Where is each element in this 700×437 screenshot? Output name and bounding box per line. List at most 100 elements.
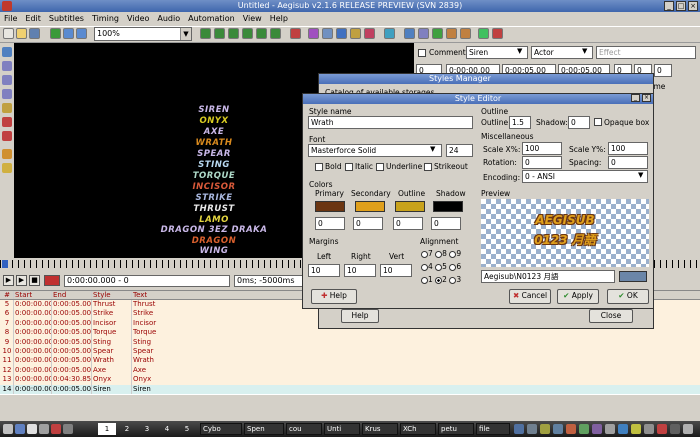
fonts-collector-icon[interactable] <box>350 28 361 39</box>
timing-icon[interactable] <box>200 28 211 39</box>
open-file-icon[interactable] <box>16 28 27 39</box>
scale-tool-icon[interactable] <box>2 103 12 113</box>
style-editor-minimize-button[interactable]: _ <box>631 94 640 102</box>
translation-icon[interactable] <box>404 28 415 39</box>
tray-update-icon[interactable] <box>566 424 576 434</box>
outline-alpha-field[interactable]: 0 <box>393 217 423 230</box>
style-name-field[interactable]: Wrath <box>308 116 473 129</box>
table-row[interactable]: 10 0:00:00.00 0:00:05.00 Spear Spear <box>0 346 700 357</box>
menu-audio[interactable]: Audio <box>157 14 180 23</box>
save-icon[interactable] <box>29 28 40 39</box>
styles-manager-icon[interactable] <box>322 28 333 39</box>
workspace-2[interactable]: 2 <box>118 423 136 435</box>
clip-tool-icon[interactable] <box>2 117 12 127</box>
scale-y-field[interactable]: 100 <box>608 142 648 155</box>
primary-color-button[interactable] <box>315 201 345 212</box>
style-margin-left-field[interactable]: 10 <box>308 264 340 277</box>
styles-manager-close-button[interactable]: Close <box>589 309 633 323</box>
minimize-button[interactable]: _ <box>664 1 674 11</box>
files-icon[interactable] <box>39 424 49 434</box>
chevron-down-icon[interactable]: ▼ <box>517 47 522 55</box>
workspace-4[interactable]: 4 <box>158 423 176 435</box>
chevron-down-icon[interactable]: ▼ <box>582 47 587 55</box>
ok-button[interactable]: ✔ OK <box>607 289 649 304</box>
table-row[interactable]: 9 0:00:00.00 0:00:05.00 Sting Sting <box>0 337 700 347</box>
tray-bluetooth-icon[interactable] <box>553 424 563 434</box>
menu-video[interactable]: Video <box>127 14 149 23</box>
tray-chat-icon[interactable] <box>579 424 589 434</box>
menu-file[interactable]: File <box>4 14 17 23</box>
grid-header-start[interactable]: Start <box>14 291 52 299</box>
apply-button[interactable]: ✔ Apply <box>557 289 599 304</box>
close-button[interactable]: × <box>688 1 698 11</box>
align-4-radio[interactable] <box>421 263 428 271</box>
zoom-select[interactable]: 100% <box>94 27 192 41</box>
replace-icon[interactable] <box>460 28 471 39</box>
shadow-alpha-field[interactable]: 0 <box>431 217 461 230</box>
snap-frame-icon[interactable] <box>242 28 253 39</box>
primary-alpha-field[interactable]: 0 <box>315 217 345 230</box>
seek-handle[interactable] <box>2 260 8 268</box>
terminal-icon[interactable] <box>27 424 37 434</box>
workspace-3[interactable]: 3 <box>138 423 156 435</box>
task-file[interactable]: file <box>476 423 510 435</box>
task-petu[interactable]: petu <box>438 423 474 435</box>
automation-icon[interactable] <box>308 28 319 39</box>
effect-field[interactable]: Effect <box>596 46 696 59</box>
opaque-box-checkbox[interactable] <box>594 118 602 126</box>
video-ms-field[interactable]: 0ms; -5000ms <box>234 275 304 287</box>
preview-bg-color-button[interactable] <box>619 271 647 282</box>
bold-checkbox[interactable] <box>315 163 323 171</box>
workspace-5[interactable]: 5 <box>178 423 196 435</box>
tray-display-icon[interactable] <box>644 424 654 434</box>
menu-timing[interactable]: Timing <box>92 14 119 23</box>
stop-icon[interactable]: ■ <box>29 275 40 286</box>
rotate-z-icon[interactable] <box>2 75 12 85</box>
shadow-color-button[interactable] <box>433 201 463 212</box>
tray-volume-icon[interactable] <box>527 424 537 434</box>
tray-power-icon[interactable] <box>631 424 641 434</box>
realtime-icon[interactable] <box>2 149 12 159</box>
strikeout-checkbox[interactable] <box>424 163 432 171</box>
play-icon[interactable]: ▶ <box>3 275 14 286</box>
kanji-timer-icon[interactable] <box>432 28 443 39</box>
grid-header-number[interactable]: # <box>0 291 14 299</box>
standard-tool-icon[interactable] <box>2 61 12 71</box>
encoding-select[interactable]: 0 - ANSI <box>522 170 648 183</box>
secondary-color-button[interactable] <box>355 201 385 212</box>
scale-x-field[interactable]: 100 <box>522 142 562 155</box>
tray-menu-icon[interactable] <box>683 424 693 434</box>
table-row[interactable]: 11 0:00:00.00 0:00:05.00 Wrath Wrath <box>0 356 700 366</box>
task-spen[interactable]: Spen <box>244 423 284 435</box>
cancel-button[interactable]: ✖ Cancel <box>509 289 551 304</box>
table-row[interactable]: 8 0:00:00.00 0:00:05.00 Torque Torque <box>0 328 700 338</box>
grid-header-end[interactable]: End <box>52 291 92 299</box>
italic-checkbox[interactable] <box>345 163 353 171</box>
menu-help[interactable]: Help <box>270 14 288 23</box>
menu-automation[interactable]: Automation <box>188 14 235 23</box>
task-unti[interactable]: Unti <box>324 423 360 435</box>
tray-network-icon[interactable] <box>514 424 524 434</box>
style-margin-vert-field[interactable]: 10 <box>380 264 412 277</box>
snap-start-icon[interactable] <box>214 28 225 39</box>
maximize-button[interactable]: □ <box>676 1 686 11</box>
styles-manager-help-button[interactable]: Help <box>341 309 379 323</box>
sort-icon[interactable] <box>270 28 281 39</box>
table-row[interactable]: 13 0:00:00.00 0:04:30.85 Onyx Onyx <box>0 375 700 385</box>
underline-checkbox[interactable] <box>376 163 384 171</box>
tray-battery-icon[interactable] <box>540 424 550 434</box>
align-7-radio[interactable] <box>421 250 428 258</box>
rotate-xy-icon[interactable] <box>2 89 12 99</box>
options-icon[interactable] <box>478 28 489 39</box>
vector-clip-icon[interactable] <box>2 131 12 141</box>
find-icon[interactable] <box>446 28 457 39</box>
menu-view[interactable]: View <box>243 14 262 23</box>
rotation-field[interactable]: 0 <box>522 156 562 169</box>
font-size-field[interactable]: 24 <box>446 144 473 157</box>
spacing-field[interactable]: 0 <box>608 156 648 169</box>
tray-clipboard-icon[interactable] <box>592 424 602 434</box>
play-line-icon[interactable]: ▶ <box>16 275 27 286</box>
video-time-field[interactable]: 0:00:00.000 - 0 <box>64 275 230 287</box>
help-tool-icon[interactable] <box>2 163 12 173</box>
preview-text-field[interactable]: Aegisub\N0123 月語 <box>481 270 615 283</box>
